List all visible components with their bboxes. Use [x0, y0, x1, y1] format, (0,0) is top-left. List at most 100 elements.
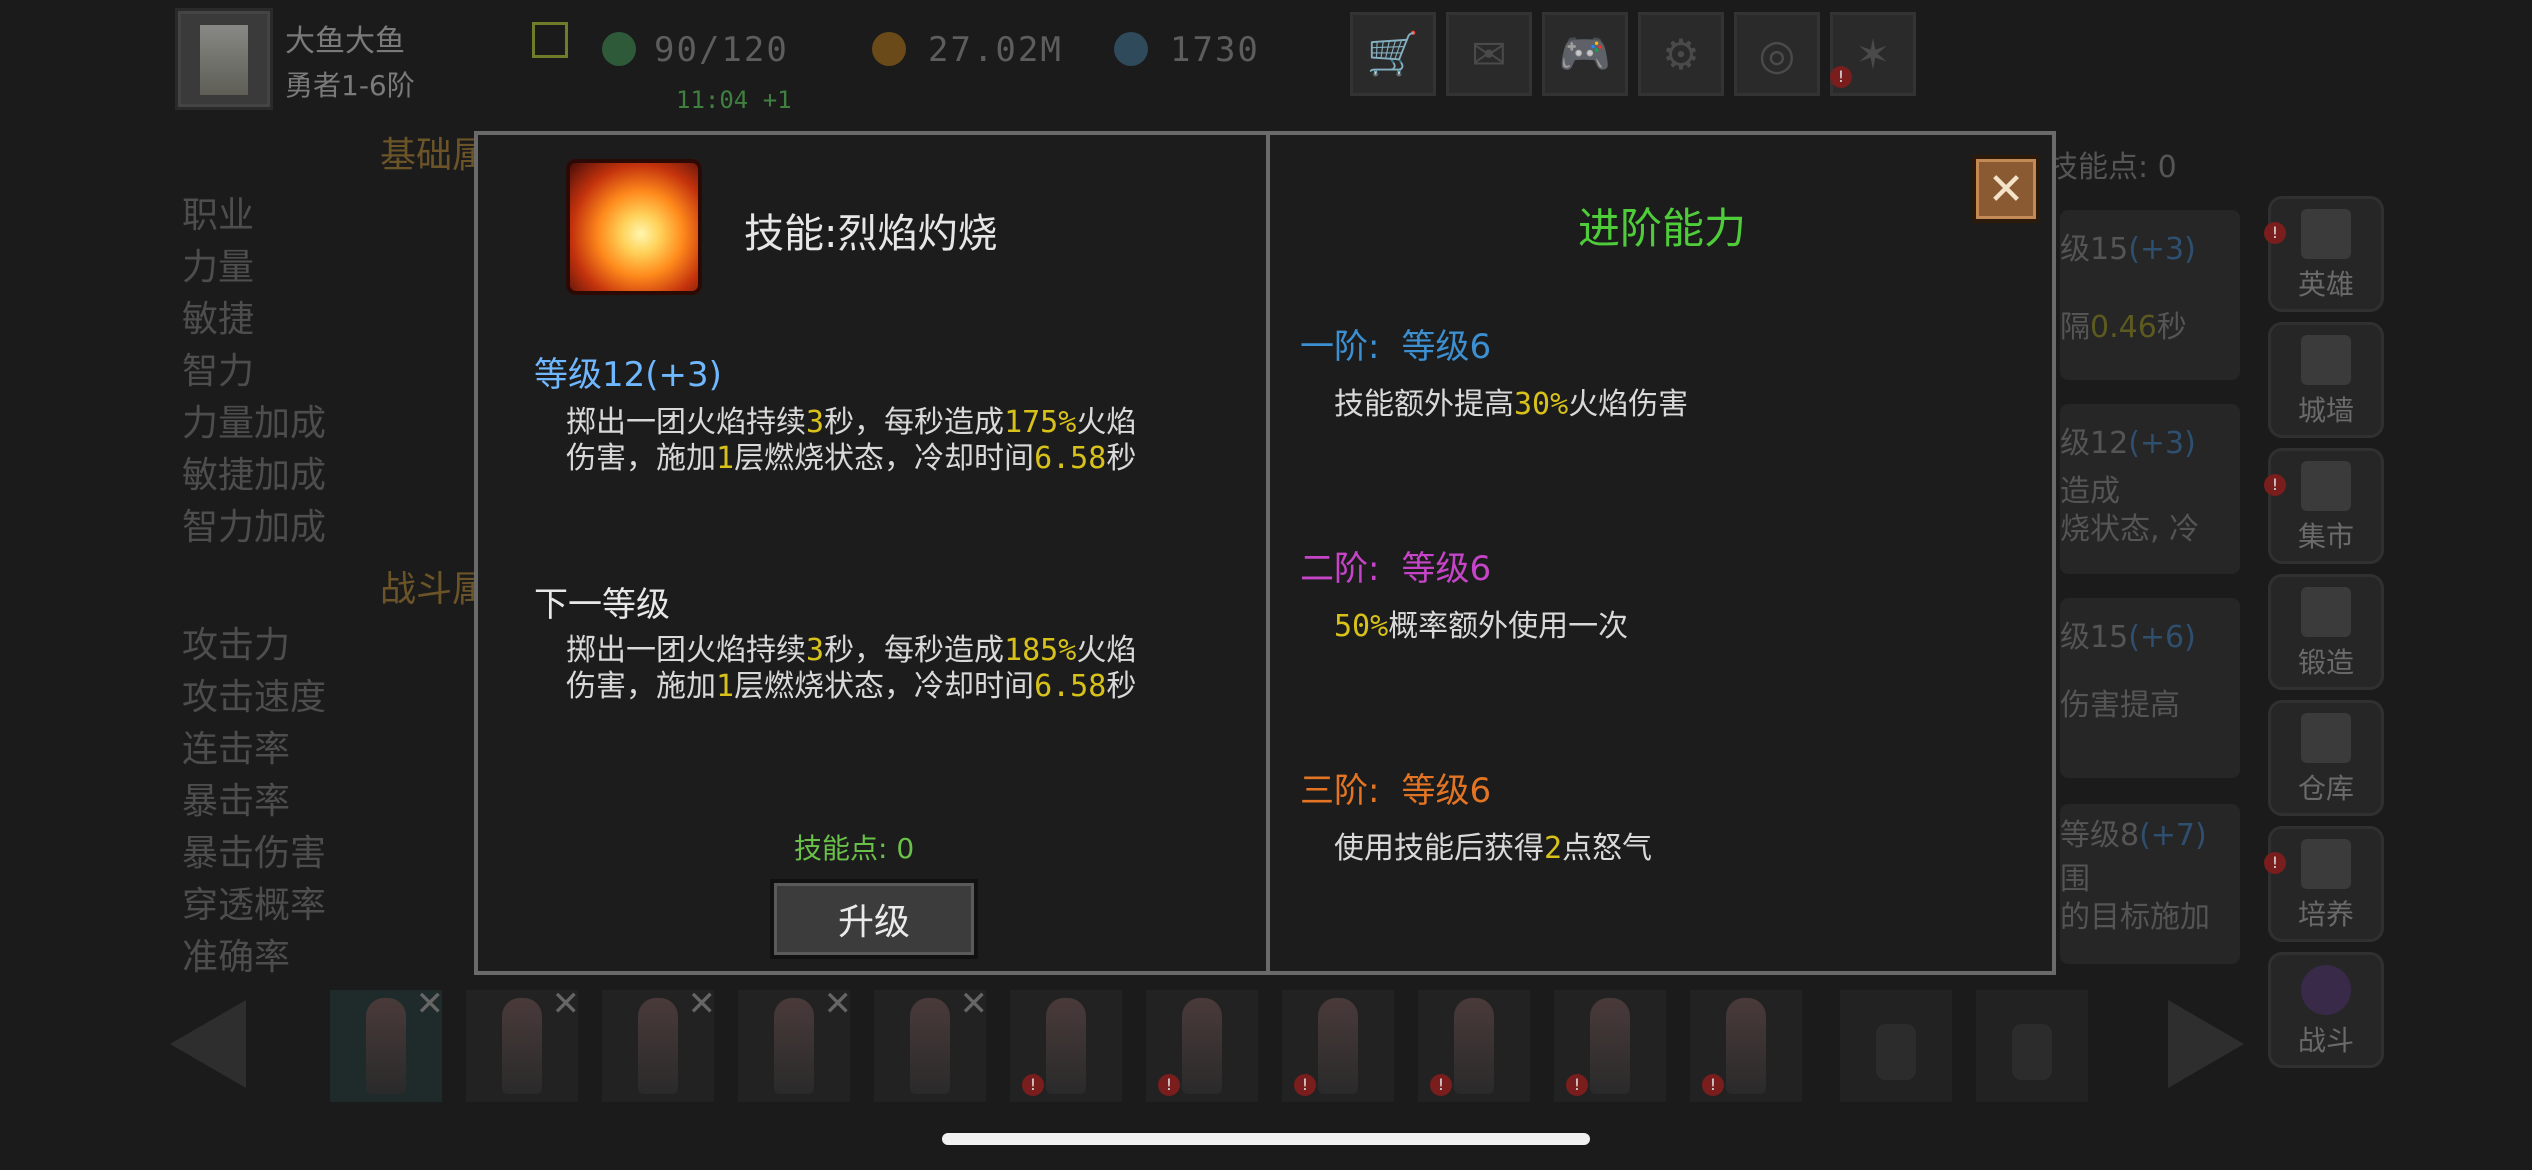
- tier-2-header: 二阶: 等级6: [1300, 549, 1492, 589]
- alert-icon: !: [2264, 852, 2286, 874]
- hero-slot[interactable]: !: [1146, 990, 1258, 1102]
- card-value: 0.46: [2090, 310, 2157, 345]
- card-text: 的目标施加: [2060, 900, 2210, 935]
- next-level-description: 掷出一团火焰持续3秒，每秒造成185%火焰 伤害，施加1层燃烧状态，冷却时间6.…: [566, 633, 1137, 704]
- card-level: 级15: [2060, 620, 2129, 655]
- tier-3-header: 三阶: 等级6: [1300, 771, 1492, 811]
- attr-label: 攻击速度: [182, 677, 327, 718]
- sidebar-item-battle[interactable]: 战斗: [2268, 952, 2384, 1068]
- market-icon: [2301, 461, 2351, 511]
- card-text: 烧状态, 冷: [2060, 512, 2200, 547]
- next-level-label: 下一等级: [534, 585, 670, 625]
- energy-value: 90/120: [654, 30, 789, 70]
- cart-icon: 🛒: [1366, 29, 1420, 78]
- attr-label: 暴击伤害: [182, 833, 327, 874]
- card-level: 级15: [2060, 232, 2129, 267]
- bg-skill-card[interactable]: 级12(+3) 造成 烧状态, 冷: [2060, 404, 2240, 574]
- next-page-button[interactable]: [2168, 1000, 2244, 1088]
- attr-label: 智力加成: [182, 507, 327, 548]
- prev-page-button[interactable]: [170, 1000, 246, 1088]
- attr-label: 攻击力: [182, 625, 291, 666]
- card-level: 等级8: [2060, 818, 2140, 853]
- remove-icon[interactable]: ✕: [552, 984, 581, 1024]
- hero-sprite-icon: [1046, 998, 1086, 1094]
- bg-skill-card[interactable]: 级15(+6) 伤害提高: [2060, 598, 2240, 778]
- sidebar-item-forge[interactable]: 锻造: [2268, 574, 2384, 690]
- alert-icon: !: [1702, 1074, 1724, 1096]
- sidebar-item-storage[interactable]: 仓库: [2268, 700, 2384, 816]
- remove-icon[interactable]: ✕: [688, 984, 717, 1024]
- hero-sprite-icon: [366, 998, 406, 1094]
- lock-icon: [2012, 1024, 2052, 1080]
- hero-sprite-icon: [638, 998, 678, 1094]
- settings-button[interactable]: ⚙: [1638, 12, 1724, 96]
- upgrade-button[interactable]: 升级: [770, 879, 978, 959]
- alert-icon: !: [2264, 474, 2286, 496]
- storage-icon: [2301, 713, 2351, 763]
- hero-sprite-icon: [1726, 998, 1766, 1094]
- lock-icon: [1876, 1024, 1916, 1080]
- bg-skill-card[interactable]: 级15(+3) 隔0.46秒: [2060, 210, 2240, 380]
- home-indicator[interactable]: [942, 1133, 1590, 1145]
- sidebar-item-hero[interactable]: 英雄: [2268, 196, 2384, 312]
- hero-sprite-icon: [1182, 998, 1222, 1094]
- energy-timer: 11:04 +1: [676, 86, 792, 114]
- alert-icon: !: [2264, 222, 2286, 244]
- hero-slot[interactable]: ✕: [330, 984, 444, 1102]
- hero-slot[interactable]: ✕: [602, 984, 716, 1102]
- hero-slot-locked[interactable]: [1976, 990, 2088, 1102]
- attr-label: 敏捷加成: [182, 455, 327, 496]
- bg-skill-card[interactable]: 等级8(+7) 围 的目标施加: [2060, 804, 2240, 964]
- hero-slot[interactable]: !: [1690, 990, 1802, 1102]
- close-icon: ✕: [1987, 163, 2025, 215]
- shop-button[interactable]: 🛒: [1350, 12, 1436, 96]
- hero-slot[interactable]: !: [1282, 990, 1394, 1102]
- alert-icon: !: [1022, 1074, 1044, 1096]
- edit-icon[interactable]: [532, 22, 568, 58]
- skill-detail-modal: 技能:烈焰灼烧 等级12(+3) 掷出一团火焰持续3秒，每秒造成175%火焰 伤…: [474, 131, 2056, 975]
- hero-slot-locked[interactable]: [1840, 990, 1952, 1102]
- wall-icon: [2301, 335, 2351, 385]
- attr-label: 力量加成: [182, 403, 327, 444]
- hero-slot[interactable]: !: [1418, 990, 1530, 1102]
- attr-label: 力量: [182, 247, 255, 288]
- bg-skill-points: 技能点: 0: [2048, 150, 2177, 185]
- news-icon: ✶: [1855, 29, 1891, 79]
- sidebar-item-market[interactable]: 集市: [2268, 448, 2384, 564]
- gamepad-button[interactable]: 🎮: [1542, 12, 1628, 96]
- remove-icon[interactable]: ✕: [824, 984, 853, 1024]
- hero-slot[interactable]: ✕: [874, 984, 988, 1102]
- close-button[interactable]: ✕: [1972, 155, 2040, 223]
- remove-icon[interactable]: ✕: [960, 984, 989, 1024]
- hero-slot[interactable]: ✕: [466, 984, 580, 1102]
- tier-1-description: 技能额外提高30%火焰伤害: [1334, 387, 1689, 422]
- hero-slot[interactable]: !: [1010, 990, 1122, 1102]
- mail-icon: ✉: [1471, 29, 1507, 79]
- color-wheel-button[interactable]: ◎: [1734, 12, 1820, 96]
- player-rank: 勇者1-6阶: [285, 69, 415, 102]
- sidebar-item-wall[interactable]: 城墙: [2268, 322, 2384, 438]
- attr-label: 穿透概率: [182, 885, 327, 926]
- player-name: 大鱼大鱼: [285, 24, 405, 59]
- remove-icon[interactable]: ✕: [416, 984, 445, 1024]
- skill-points: 技能点: 0: [794, 832, 915, 865]
- hero-sprite-icon: [1318, 998, 1358, 1094]
- fire-skill-icon: [566, 159, 702, 295]
- alert-icon: !: [1158, 1074, 1180, 1096]
- card-text: 伤害提高: [2060, 688, 2180, 723]
- hero-slot[interactable]: !: [1554, 990, 1666, 1102]
- attr-label: 敏捷: [182, 299, 255, 340]
- sidebar-item-train[interactable]: 培养: [2268, 826, 2384, 942]
- alert-icon: !: [1830, 66, 1852, 88]
- attr-label: 暴击率: [182, 781, 291, 822]
- colors-icon: ◎: [1758, 29, 1796, 79]
- player-avatar[interactable]: [175, 8, 273, 110]
- gear-icon: ⚙: [1662, 29, 1700, 79]
- attr-label: 智力: [182, 351, 255, 392]
- hero-sprite-icon: [502, 998, 542, 1094]
- mail-button[interactable]: ✉: [1446, 12, 1532, 96]
- attr-label: 连击率: [182, 729, 291, 770]
- hero-icon: [2301, 209, 2351, 259]
- hero-slot[interactable]: ✕: [738, 984, 852, 1102]
- tier-2-description: 50%概率额外使用一次: [1334, 609, 1629, 644]
